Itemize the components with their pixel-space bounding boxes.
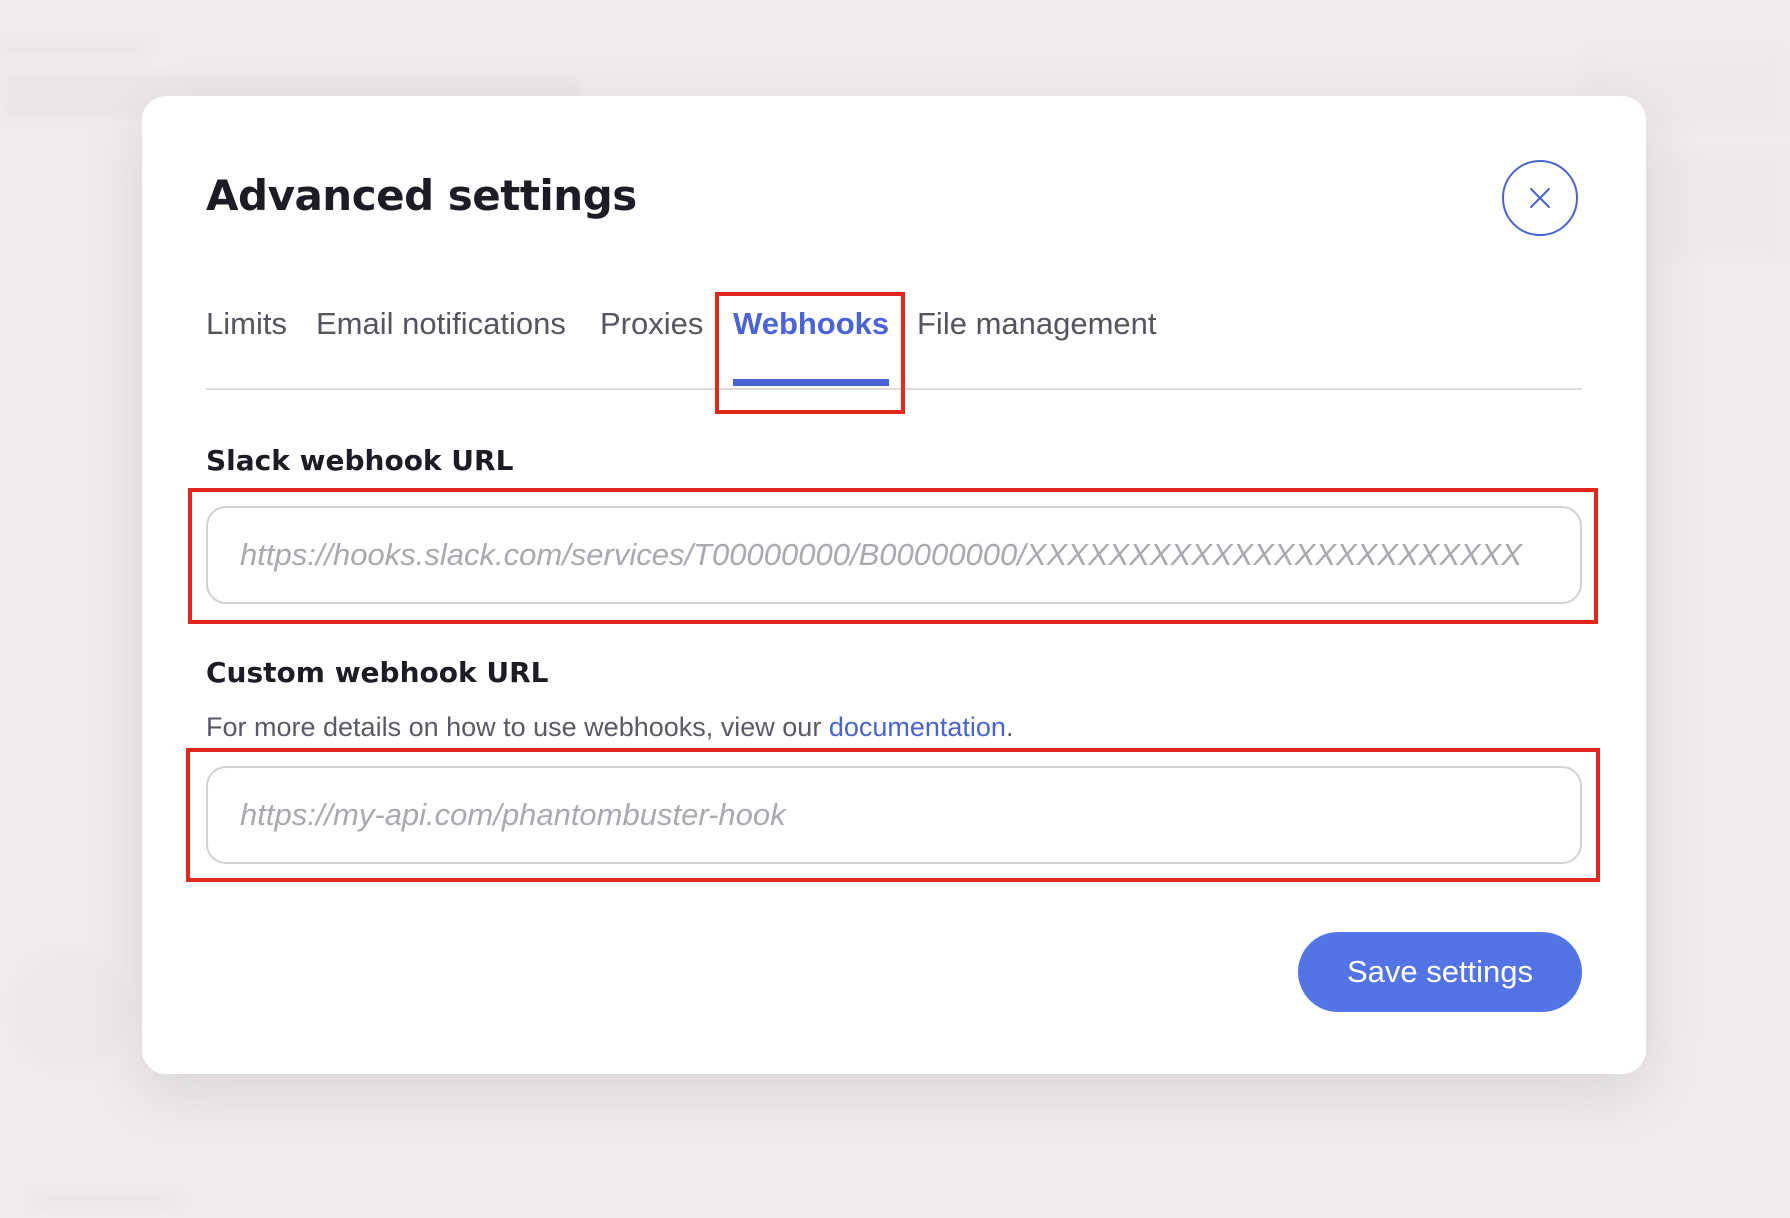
tab-email-notifications[interactable]: Email notifications xyxy=(316,286,566,386)
documentation-link[interactable]: documentation xyxy=(829,712,1006,742)
settings-tabs: Limits Email notifications Proxies Webho… xyxy=(206,286,1582,390)
active-tab-indicator xyxy=(733,379,890,386)
close-icon xyxy=(1530,188,1550,208)
custom-webhook-label: Custom webhook URL xyxy=(206,656,549,689)
slack-webhook-label: Slack webhook URL xyxy=(206,444,514,477)
tab-file-management[interactable]: File management xyxy=(917,286,1157,386)
help-text-suffix: . xyxy=(1005,712,1014,742)
custom-webhook-input[interactable] xyxy=(206,766,1582,864)
modal-title: Advanced settings xyxy=(206,171,637,220)
custom-webhook-help: For more details on how to use webhooks,… xyxy=(206,712,1013,743)
save-settings-button[interactable]: Save settings xyxy=(1298,932,1582,1012)
close-button[interactable] xyxy=(1502,160,1578,236)
tab-webhooks-label: Webhooks xyxy=(733,306,890,341)
tab-proxies[interactable]: Proxies xyxy=(600,286,703,386)
tab-webhooks[interactable]: Webhooks xyxy=(733,286,890,386)
advanced-settings-modal: Advanced settings Limits Email notificat… xyxy=(142,96,1646,1074)
slack-webhook-input[interactable] xyxy=(206,506,1582,604)
help-text-prefix: For more details on how to use webhooks,… xyxy=(206,712,829,742)
tab-limits[interactable]: Limits xyxy=(206,286,287,386)
